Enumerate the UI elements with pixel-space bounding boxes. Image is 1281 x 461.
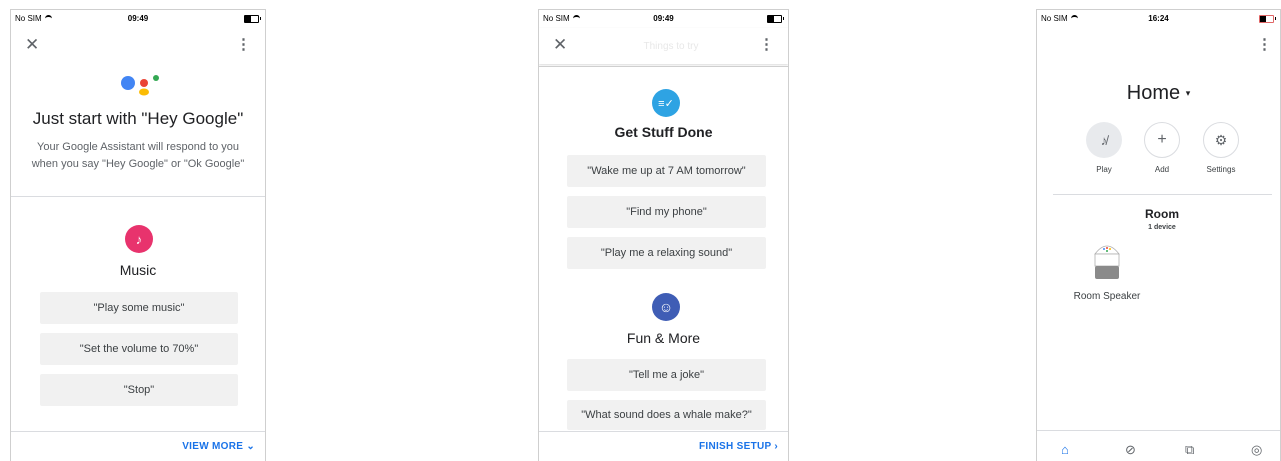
finish-setup-button[interactable]: FINISH SETUP ›: [699, 441, 778, 452]
status-time: 16:24: [1148, 14, 1169, 23]
suggestion-chip[interactable]: "Set the volume to 70%": [40, 333, 238, 365]
phone-screen-hey-google: No SIM 09:49 ✕ ⋮ Just start with "Hey Go…: [10, 9, 266, 461]
smiley-face-icon: ☺: [652, 293, 680, 321]
hey-google-subtext-1: Your Google Assistant will respond to yo…: [37, 141, 239, 153]
add-label: Add: [1154, 165, 1170, 174]
speaker-device-card[interactable]: Room Speaker: [1067, 240, 1147, 302]
battery-icon: [767, 15, 784, 23]
smart-speaker-icon: [1094, 245, 1120, 279]
speaker-light-dot: [1106, 250, 1108, 252]
footer-divider: [539, 431, 788, 432]
home-selector[interactable]: Home ▾: [1037, 82, 1280, 105]
play-label: Play: [1096, 165, 1112, 174]
suggestion-chip[interactable]: "Stop": [40, 374, 238, 406]
actions-divider: [1053, 194, 1272, 195]
discover-icon[interactable]: ⊘: [1125, 442, 1136, 458]
more-options-icon[interactable]: ⋮: [236, 35, 251, 53]
music-note-icon: ♪: [125, 225, 153, 253]
speaker-light-dot: [1103, 248, 1105, 250]
status-bar: No SIM 16:24: [1037, 10, 1280, 28]
footer-divider: [11, 431, 265, 432]
status-time: 09:49: [653, 14, 674, 23]
speaker-light-dot: [1106, 247, 1108, 249]
suggestion-chip[interactable]: "Tell me a joke": [567, 359, 766, 391]
settings-button[interactable]: ⚙: [1203, 122, 1239, 158]
top-bar: ⋮: [1037, 28, 1280, 64]
home-title: Home: [1126, 82, 1181, 104]
assistant-dot-yellow: [139, 88, 149, 96]
view-more-button[interactable]: VIEW MORE ⌄: [182, 441, 255, 452]
phone-screen-home: No SIM 16:24 ⋮ Home ▾ ♪̸ Play + Add ⚙ Se…: [1036, 9, 1281, 461]
section-divider: [11, 196, 265, 197]
room-device-count: 1 device: [1148, 224, 1176, 231]
plus-icon: +: [1157, 131, 1167, 148]
tasks-checklist-icon: ≡✓: [652, 89, 680, 117]
music-section-title: Music: [119, 262, 157, 278]
suggestion-chip[interactable]: "Play some music": [40, 292, 238, 324]
battery-icon: [244, 15, 261, 23]
more-options-icon[interactable]: ⋮: [1257, 35, 1272, 53]
dropdown-caret-icon: ▾: [1185, 88, 1191, 99]
battery-icon: [1259, 15, 1276, 23]
bottom-nav-divider: [1037, 430, 1280, 431]
get-stuff-done-title: Get Stuff Done: [614, 124, 713, 140]
status-bar: No SIM 09:49: [539, 10, 788, 28]
status-time: 09:49: [127, 14, 149, 23]
hey-google-heading: Just start with "Hey Google": [32, 109, 244, 128]
faded-header-title: Things to try: [643, 41, 699, 52]
speaker-body-top: [1094, 253, 1120, 267]
assistant-dot-blue: [121, 76, 135, 90]
assistant-dot-green: [153, 75, 159, 81]
suggestion-chip[interactable]: "Wake me up at 7 AM tomorrow": [567, 155, 766, 187]
account-icon[interactable]: ◎: [1251, 442, 1262, 458]
settings-label: Settings: [1206, 165, 1236, 174]
suggestion-chip[interactable]: "Play me a relaxing sound": [567, 237, 766, 269]
fun-and-more-title: Fun & More: [626, 330, 701, 346]
more-options-icon[interactable]: ⋮: [759, 35, 774, 53]
header-divider: [539, 66, 788, 67]
add-button[interactable]: +: [1144, 122, 1180, 158]
close-icon[interactable]: ✕: [25, 35, 39, 55]
media-icon[interactable]: ⧉: [1185, 442, 1194, 458]
home-icon[interactable]: ⌂: [1061, 442, 1069, 457]
top-bar: ✕ Things to try ⋮: [539, 28, 788, 64]
gear-icon: ⚙: [1214, 131, 1228, 148]
google-assistant-logo: [121, 75, 159, 96]
room-title: Room: [1145, 207, 1179, 221]
phone-screen-things-to-try: No SIM 09:49 ✕ Things to try ⋮ ≡✓ Get St…: [538, 9, 789, 461]
suggestion-chip[interactable]: "What sound does a whale make?": [567, 400, 766, 430]
status-bar: No SIM 09:49: [11, 10, 265, 28]
speaker-light-dot: [1109, 248, 1111, 250]
play-button[interactable]: ♪̸: [1086, 122, 1122, 158]
device-name: Room Speaker: [1073, 291, 1141, 302]
music-off-icon: ♪̸: [1100, 132, 1108, 148]
top-bar: ✕ ⋮: [11, 28, 265, 64]
hey-google-subtext-2: when you say "Hey Google" or "Ok Google": [31, 158, 245, 170]
close-icon[interactable]: ✕: [553, 35, 567, 55]
speaker-base: [1095, 266, 1119, 279]
assistant-dot-red: [140, 79, 148, 87]
suggestion-chip[interactable]: "Find my phone": [567, 196, 766, 228]
